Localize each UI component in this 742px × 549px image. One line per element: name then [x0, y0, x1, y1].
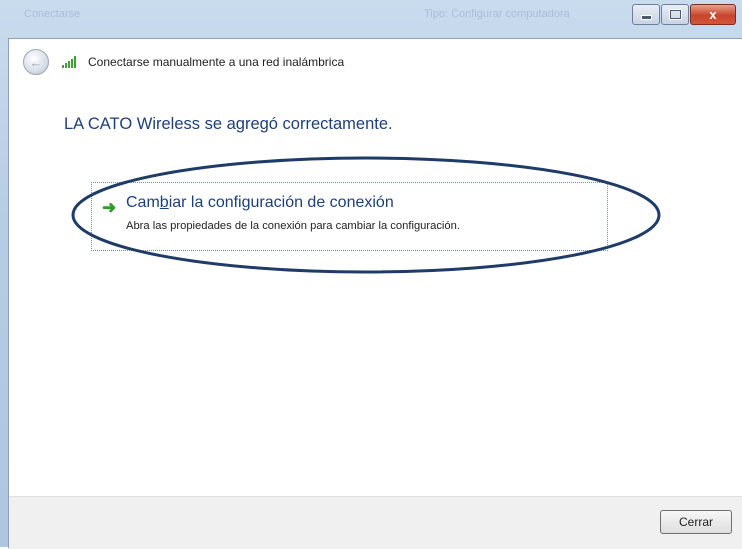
title-bar[interactable]: Conectarse Tipo: Configurar computadora …	[0, 0, 742, 36]
dialog-content: ← Conectarse manualmente a una red inalá…	[8, 38, 742, 549]
option-title: Cambiar la configuración de conexión	[126, 194, 394, 211]
caption-buttons: x	[631, 4, 736, 25]
back-button[interactable]: ←	[23, 49, 49, 75]
change-connection-settings-link[interactable]: ➜ Cambiar la configuración de conexión A…	[91, 182, 608, 251]
minimize-icon	[633, 5, 659, 24]
close-window-button[interactable]: x	[690, 4, 736, 25]
navigation-bar: ← Conectarse manualmente a una red inalá…	[9, 39, 742, 83]
wireless-signal-icon	[62, 56, 78, 68]
background-window-text-2: Tipo: Configurar computadora	[424, 8, 570, 20]
maximize-button[interactable]	[661, 4, 689, 25]
wizard-title: Conectarse manualmente a una red inalámb…	[88, 55, 345, 69]
back-arrow-icon: ←	[29, 54, 43, 70]
option-description: Abra las propiedades de la conexión para…	[126, 220, 460, 232]
close-icon: x	[709, 7, 717, 22]
dialog-footer: Cerrar	[9, 496, 742, 549]
close-button[interactable]: Cerrar	[660, 510, 732, 534]
minimize-button[interactable]	[632, 4, 660, 25]
maximize-icon	[662, 5, 688, 24]
access-key: b	[159, 194, 169, 211]
window-frame: Conectarse Tipo: Configurar computadora …	[0, 0, 742, 549]
background-window-text: Conectarse	[24, 8, 81, 20]
green-arrow-icon: ➜	[102, 198, 117, 217]
success-message: LA CATO Wireless se agregó correctamente…	[64, 115, 393, 133]
